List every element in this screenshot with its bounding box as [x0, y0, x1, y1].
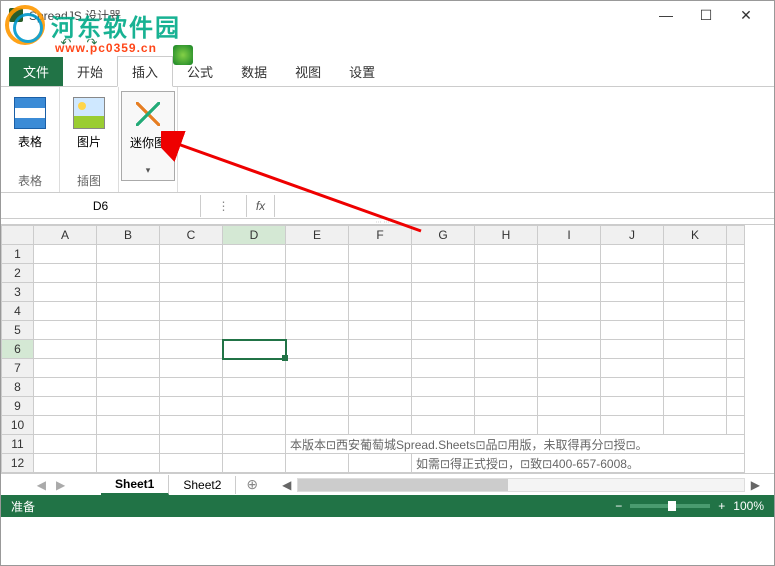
select-all-corner[interactable] — [2, 226, 34, 245]
formula-bar: D6 ⋮ fx — [1, 193, 774, 219]
zoom-level[interactable]: 100% — [733, 499, 764, 513]
col-header[interactable]: H — [475, 226, 538, 245]
btn-label: 迷你图 — [130, 136, 166, 150]
tab-view[interactable]: 视图 — [281, 57, 335, 86]
row-header[interactable]: 4 — [2, 302, 34, 321]
col-header[interactable]: E — [286, 226, 349, 245]
col-header[interactable]: C — [160, 226, 223, 245]
tab-formula[interactable]: 公式 — [173, 57, 227, 86]
tab-file[interactable]: 文件 — [9, 57, 63, 86]
close-button[interactable]: ✕ — [726, 7, 766, 24]
insert-sparkline-button[interactable]: 迷你图 ▾ — [121, 91, 175, 181]
undo-button[interactable]: ↶ — [57, 35, 75, 53]
row-header[interactable]: 11 — [2, 435, 34, 454]
quick-access-toolbar: ↶ ↷ — [1, 29, 774, 59]
tab-home[interactable]: 开始 — [63, 57, 117, 86]
col-header[interactable]: F — [349, 226, 412, 245]
chevron-down-icon: ▾ — [124, 165, 172, 176]
tab-settings[interactable]: 设置 — [335, 57, 389, 86]
status-bar: 准备 − + 100% — [1, 495, 774, 517]
ribbon-group-table: 表格 表格 — [1, 87, 60, 192]
scroll-left-icon[interactable]: ◀ — [276, 478, 297, 492]
zoom-out-button[interactable]: − — [615, 499, 622, 513]
name-box[interactable]: D6 — [1, 195, 201, 217]
col-header[interactable]: A — [34, 226, 97, 245]
col-header-partial[interactable] — [727, 226, 745, 245]
formula-menu-button[interactable]: ⋮ — [201, 195, 247, 217]
redo-button[interactable]: ↷ — [83, 35, 101, 53]
spreadsheet-grid[interactable]: A B C D E F G H I J K 1 2 3 4 5 6 7 8 9 … — [1, 225, 774, 473]
insert-picture-button[interactable]: 图片 — [62, 91, 116, 154]
ribbon: 表格 表格 图片 插图 迷你图 ▾ — [1, 87, 774, 193]
horizontal-scrollbar[interactable]: ◀ ▶ — [268, 478, 774, 492]
sheet-nav-prev[interactable]: ◀ — [37, 478, 46, 492]
tab-data[interactable]: 数据 — [227, 57, 281, 86]
row-header[interactable]: 6 — [2, 340, 34, 359]
row-header[interactable]: 7 — [2, 359, 34, 378]
tab-insert[interactable]: 插入 — [117, 56, 173, 87]
btn-label: 表格 — [18, 135, 42, 149]
ribbon-tabs: 文件 开始 插入 公式 数据 视图 设置 — [1, 59, 774, 87]
col-header[interactable]: B — [97, 226, 160, 245]
formula-input[interactable] — [275, 202, 774, 210]
active-cell[interactable] — [223, 340, 286, 359]
row-header[interactable]: 1 — [2, 245, 34, 264]
maximize-button[interactable]: ☐ — [686, 7, 726, 24]
sheet-tab-1[interactable]: Sheet1 — [101, 475, 169, 495]
row-header[interactable]: 8 — [2, 378, 34, 397]
zoom-slider[interactable] — [630, 504, 710, 508]
col-header[interactable]: D — [223, 226, 286, 245]
title-bar: SpreadJS 设计器 — ☐ ✕ — [1, 1, 774, 29]
col-header[interactable]: J — [601, 226, 664, 245]
scrollbar-thumb[interactable] — [298, 479, 508, 491]
col-header[interactable]: G — [412, 226, 475, 245]
trial-message-2: 如需⊡得正式授⊡，⊡致⊡400-657-6008。 — [412, 454, 745, 473]
window-title: SpreadJS 设计器 — [29, 7, 646, 24]
row-header[interactable]: 2 — [2, 264, 34, 283]
scroll-right-icon[interactable]: ▶ — [745, 478, 766, 492]
row-header[interactable]: 3 — [2, 283, 34, 302]
sparkline-icon — [132, 98, 164, 130]
group-label: 插图 — [62, 167, 116, 192]
ribbon-group-illustration: 图片 插图 — [60, 87, 119, 192]
group-label: 表格 — [3, 167, 57, 192]
add-sheet-button[interactable]: ⊕ — [236, 474, 268, 495]
sheet-nav-next[interactable]: ▶ — [56, 478, 65, 492]
sheet-tab-2[interactable]: Sheet2 — [169, 476, 236, 494]
table-icon — [14, 97, 46, 129]
sheet-tab-bar: ◀ ▶ Sheet1 Sheet2 ⊕ ◀ ▶ — [1, 473, 774, 495]
ribbon-group-sparkline: 迷你图 ▾ — [119, 87, 178, 192]
app-icon — [9, 8, 23, 22]
group-label — [121, 184, 175, 192]
col-header[interactable]: I — [538, 226, 601, 245]
row-header[interactable]: 10 — [2, 416, 34, 435]
row-header[interactable]: 12 — [2, 454, 34, 473]
minimize-button[interactable]: — — [646, 7, 686, 23]
col-header[interactable]: K — [664, 226, 727, 245]
zoom-in-button[interactable]: + — [718, 499, 725, 513]
btn-label: 图片 — [77, 135, 101, 149]
insert-table-button[interactable]: 表格 — [3, 91, 57, 154]
fx-button[interactable]: fx — [247, 195, 275, 217]
picture-icon — [73, 97, 105, 129]
row-header[interactable]: 9 — [2, 397, 34, 416]
trial-message-1: 本版本⊡西安葡萄城Spread.Sheets⊡品⊡用版，未取得再分⊡授⊡。 — [286, 435, 745, 454]
row-header[interactable]: 5 — [2, 321, 34, 340]
status-text: 准备 — [11, 498, 615, 515]
